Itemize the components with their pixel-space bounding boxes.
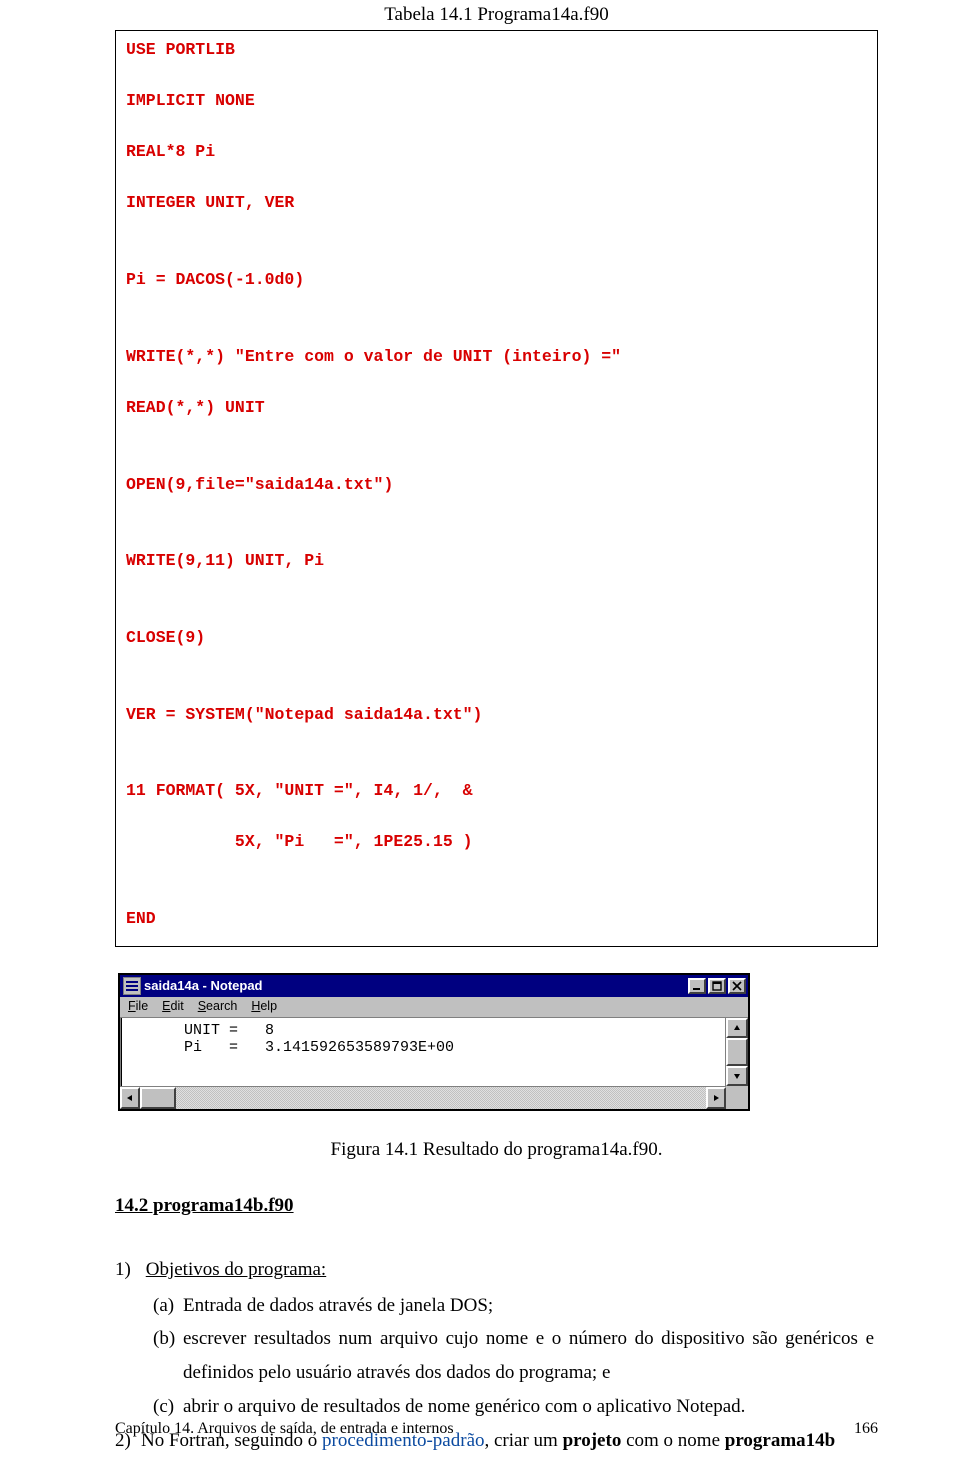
triangle-right-icon [712,1094,720,1102]
notepad-icon [124,978,140,994]
scroll-left-button[interactable] [120,1087,140,1109]
vertical-scrollbar[interactable] [725,1018,748,1086]
triangle-left-icon [126,1094,134,1102]
objectives-label: Objetivos do programa: [146,1259,326,1280]
scroll-thumb-horizontal[interactable] [140,1087,176,1109]
menu-edit[interactable]: Edit [162,999,184,1013]
sub-b-label: (b) [153,1322,183,1390]
page-footer: Capítulo 14. Arquivos de saída, de entra… [115,1420,878,1438]
menu-search[interactable]: Search [198,999,238,1013]
close-icon [732,981,742,991]
footer-page-number: 166 [854,1420,878,1438]
figure-caption: Figura 14.1 Resultado do programa14a.f90… [115,1139,878,1161]
footer-chapter: Capítulo 14. Arquivos de saída, de entra… [115,1420,454,1438]
scroll-down-button[interactable] [726,1066,748,1086]
menubar: File Edit Search Help [120,997,748,1017]
horizontal-scrollbar[interactable] [120,1086,726,1109]
scroll-right-button[interactable] [706,1087,726,1109]
triangle-down-icon [733,1072,741,1080]
titlebar: saida14a - Notepad [120,975,748,997]
minimize-button[interactable] [688,978,706,994]
sub-b-text: escrever resultados num arquivo cujo nom… [183,1322,874,1390]
scroll-up-button[interactable] [726,1018,748,1038]
triangle-up-icon [733,1024,741,1032]
sub-a-label: (a) [153,1289,183,1323]
maximize-button[interactable] [708,978,726,994]
window-title: saida14a - Notepad [144,978,688,993]
sub-a-text: Entrada de dados através de janela DOS; [183,1289,874,1323]
maximize-icon [712,981,722,991]
minimize-icon [692,981,702,991]
menu-file[interactable]: File [128,999,148,1013]
resize-grip[interactable] [726,1086,748,1108]
notepad-text-area[interactable]: UNIT = 8 Pi = 3.141592653589793E+00 [121,1018,725,1086]
table-caption: Tabela 14.1 Programa14a.f90 [115,4,878,26]
scroll-thumb-vertical[interactable] [726,1038,748,1066]
close-button[interactable] [728,978,746,994]
list-number-1: 1) [115,1253,141,1287]
section-heading: 14.2 programa14b.f90 [115,1195,878,1217]
code-listing: USE PORTLIB IMPLICIT NONE REAL*8 Pi INTE… [115,30,878,947]
menu-help[interactable]: Help [251,999,277,1013]
notepad-window: saida14a - Notepad File Edit Search Help… [118,973,750,1111]
